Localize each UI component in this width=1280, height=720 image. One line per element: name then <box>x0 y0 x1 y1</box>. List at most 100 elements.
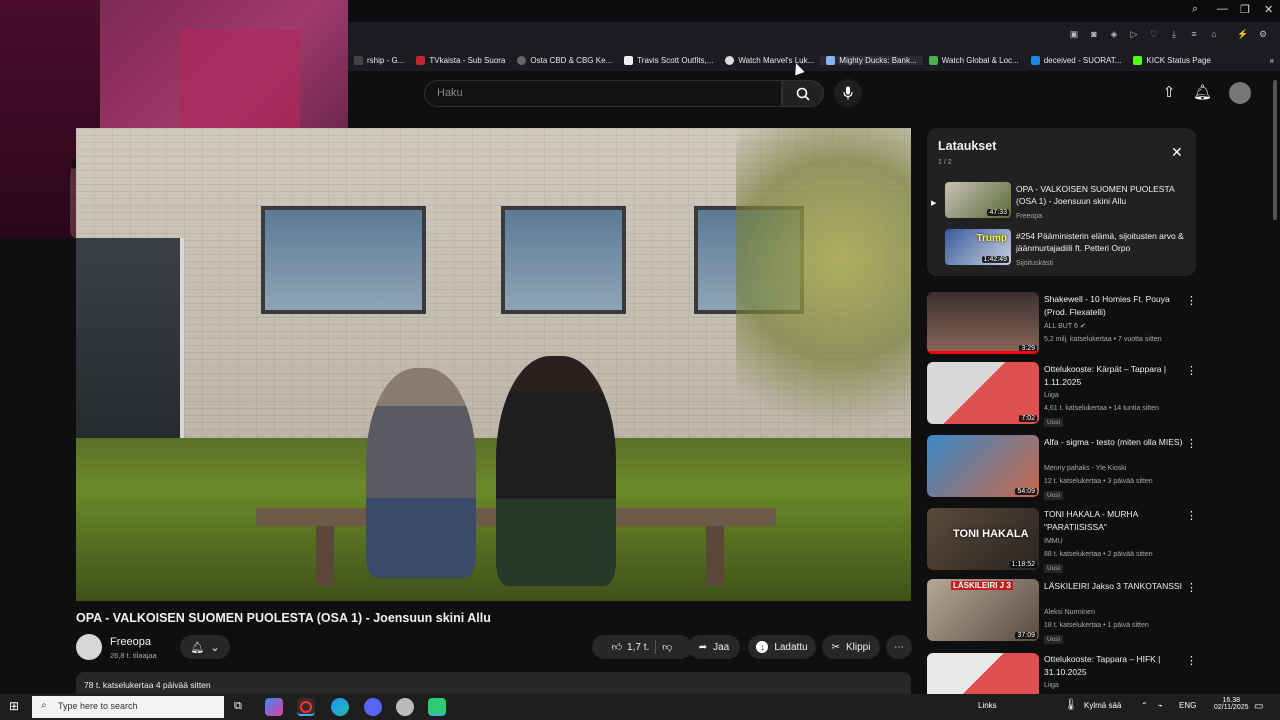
app-icon[interactable] <box>428 698 446 716</box>
lock-icon[interactable]: ⌂ <box>1209 29 1219 39</box>
search-icon[interactable]: ⌕ <box>1192 3 1198 16</box>
more-options-icon[interactable]: ⋮ <box>1186 509 1197 522</box>
channel-name: ALL BUT 6 ✔ <box>1044 322 1086 330</box>
video-thumbnail[interactable] <box>927 653 1039 694</box>
bookmark[interactable]: Osta CBD & CBG Ke... <box>511 55 618 65</box>
new-badge: Uusi <box>1044 491 1064 500</box>
bell-icon[interactable]: 🔔︎ <box>1193 84 1212 102</box>
settings-icon[interactable]: ⚙ <box>1258 29 1268 39</box>
shield-icon[interactable]: ◈ <box>1109 29 1119 39</box>
screenshot-icon[interactable]: ◙ <box>1089 29 1099 39</box>
download-thumbnail[interactable]: 47:33 <box>945 182 1011 218</box>
download-button[interactable]: ↓ Ladattu <box>748 635 816 659</box>
clock[interactable]: 16.38 02/11/2025 <box>1214 697 1249 711</box>
voice-search-button[interactable] <box>834 79 862 107</box>
copilot-icon[interactable] <box>265 698 283 716</box>
video-thumbnail[interactable]: TONI HAKALA 1:18:52 <box>927 508 1039 570</box>
notification-icon[interactable]: ▭ <box>1254 701 1263 712</box>
bookmark-icon <box>517 55 527 65</box>
opera-icon[interactable] <box>297 698 315 716</box>
bookmark[interactable]: Watch Marvel's Luk... <box>719 55 820 65</box>
channel-avatar[interactable] <box>76 634 102 660</box>
bookmark-label: Watch Global & Loc... <box>941 55 1019 65</box>
channel-name: Liiga <box>1044 392 1059 399</box>
download-icon[interactable]: ⤓ <box>1169 29 1179 39</box>
download-title[interactable]: #254 Pääministerin elämä, sijoitusten ar… <box>1016 230 1188 254</box>
bookmark-label: KICK Status Page <box>1146 55 1211 65</box>
edge-icon[interactable] <box>331 698 349 716</box>
task-view-icon[interactable]: ⧉ <box>234 700 242 713</box>
links-toolbar[interactable]: Links <box>978 701 997 710</box>
more-options-icon[interactable]: ⋮ <box>1186 581 1197 594</box>
like-button[interactable]: 👍︎ 1,7 t. <box>612 641 650 654</box>
taskbar-search-input[interactable]: ⌕ Type here to search <box>32 696 224 718</box>
dislike-button[interactable]: 👎︎ <box>662 641 672 653</box>
play-icon[interactable]: ▷ <box>1129 29 1139 39</box>
channel-name: Liiga <box>1044 682 1059 689</box>
video-player[interactable] <box>76 128 911 601</box>
video-meta: 12 t. katselukertaa • 3 päivää sitten <box>1044 478 1153 485</box>
restore-icon[interactable]: ❐ <box>1240 3 1250 16</box>
bookmark-icon <box>1133 55 1143 65</box>
taskbar-search-placeholder: Type here to search <box>58 701 138 711</box>
search-button[interactable] <box>782 80 824 107</box>
close-window-icon[interactable]: ✕ <box>1264 3 1273 16</box>
bookmark[interactable]: KICK Status Page <box>1127 55 1216 65</box>
more-options-icon[interactable]: ⋮ <box>1186 364 1197 377</box>
download-channel: Sijoituskästi <box>1016 260 1053 267</box>
video-thumbnail[interactable]: 7:02 <box>927 362 1039 424</box>
avatar[interactable] <box>1229 82 1251 104</box>
share-button[interactable]: ➦ Jaa <box>688 635 740 659</box>
bookmark-label: rship - G... <box>367 55 405 65</box>
heart-icon[interactable]: ♡ <box>1149 29 1159 39</box>
video-thumbnail[interactable]: 54:09 <box>927 435 1039 497</box>
minimize-icon[interactable]: — <box>1217 3 1228 15</box>
description-box[interactable]: 78 t. katselukertaa 4 päivää sitten <box>76 672 911 694</box>
video-thumbnail[interactable]: LÄSKILEIRI J 3 37:09 <box>927 579 1039 641</box>
video-meta: 4,61 t. katselukertaa • 14 tuntia sitten <box>1044 405 1159 412</box>
bookmark[interactable]: rship - G... <box>348 55 410 65</box>
video-title[interactable]: LÄSKILEIRI Jakso 3 TANKOTANSSI <box>1044 580 1184 593</box>
close-icon[interactable]: ✕ <box>1171 144 1183 161</box>
bookmark[interactable]: Watch Global & Loc... <box>923 55 1025 65</box>
clip-button[interactable]: ✂ Klippi <box>822 635 880 659</box>
more-options-icon[interactable]: ⋮ <box>1186 294 1197 307</box>
watch-progress <box>927 351 1039 354</box>
bookmarks-overflow-icon[interactable]: » <box>1264 56 1280 65</box>
video-title[interactable]: Shakewell - 10 Homies Ft. Pouya (Prod. F… <box>1044 293 1184 319</box>
channel-name[interactable]: Freeopa <box>110 636 151 648</box>
network-icon[interactable]: ⌁ <box>1158 701 1163 710</box>
video-title[interactable]: Alfa - sigma - testo (miten olla MIES) <box>1044 436 1184 449</box>
weather-icon[interactable]: 🌡︎ <box>1064 698 1078 711</box>
download-thumbnail[interactable]: Trump 1:42:49 <box>945 229 1011 265</box>
download-title[interactable]: OPA - VALKOISEN SUOMEN PUOLESTA (OSA 1) … <box>1016 183 1188 207</box>
scrollbar[interactable] <box>1273 80 1277 220</box>
bookmark[interactable]: Mighty Ducks: Bank... <box>820 55 923 65</box>
downloads-title: Lataukset <box>938 139 997 153</box>
more-options-icon[interactable]: ⋮ <box>1186 437 1197 450</box>
bookmark[interactable]: TVkaista - Sub Suora <box>410 55 511 65</box>
upload-icon[interactable]: ⇧ <box>1160 84 1178 102</box>
extension-icon[interactable]: ⚡ <box>1237 29 1248 39</box>
bookmark[interactable]: Travis Scott Outfits,... <box>618 55 719 65</box>
discord-icon[interactable] <box>364 698 382 716</box>
more-actions-button[interactable]: ⋯ <box>886 635 912 659</box>
chevron-up-icon[interactable]: ⌃ <box>1141 701 1148 710</box>
more-options-icon[interactable]: ⋮ <box>1186 654 1197 667</box>
video-title[interactable]: Ottelukooste: Tappara – HIFK | 31.10.202… <box>1044 653 1184 679</box>
video-thumbnail[interactable]: 3:29 <box>927 292 1039 354</box>
reader-icon[interactable]: ▣ <box>1069 29 1079 39</box>
bookmark-icon <box>624 55 634 65</box>
language-indicator[interactable]: ENG <box>1179 701 1196 710</box>
video-title[interactable]: TONI HAKALA - MURHA "PARATIISISSA" <box>1044 508 1184 534</box>
menu-icon[interactable]: ≡ <box>1189 29 1199 39</box>
video-title[interactable]: Ottelukooste: Kärpät – Tappara | 1.11.20… <box>1044 363 1184 389</box>
bookmark[interactable]: deceived - SUORAT... <box>1025 55 1128 65</box>
weather-text[interactable]: Kylmä sää <box>1084 701 1121 710</box>
app-icon[interactable] <box>396 698 414 716</box>
video-meta: 88 t. katselukertaa • 2 päivää sitten <box>1044 551 1153 558</box>
subscribed-bell-button[interactable]: 🔔︎ ⌄ <box>180 635 230 659</box>
search-icon <box>796 87 810 101</box>
windows-start-icon[interactable]: ⊞ <box>9 699 19 713</box>
search-input[interactable]: Haku <box>424 80 782 107</box>
